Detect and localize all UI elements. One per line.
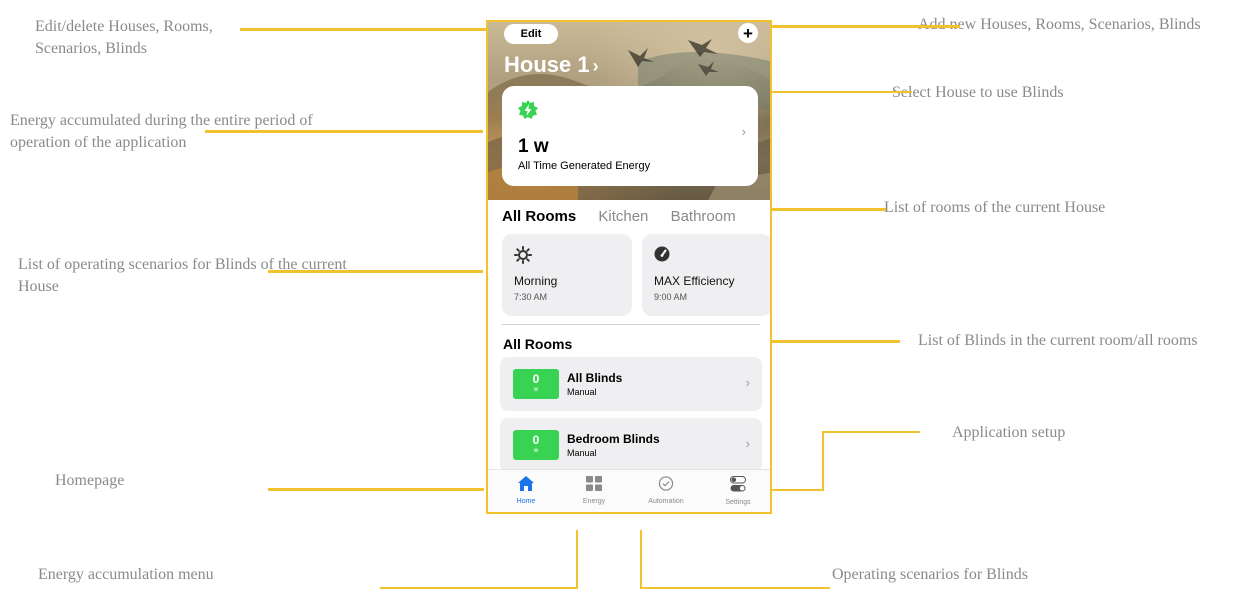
chevron-right-icon: ›: [592, 56, 599, 76]
blind-name: All Blinds: [567, 371, 623, 385]
scenario-card-max-efficiency[interactable]: MAX Efficiency 9:00 AM: [642, 234, 770, 316]
annotation-add: Add new Houses, Rooms, Scenarios, Blinds: [918, 16, 1201, 33]
connector-energy: [205, 130, 483, 133]
annotation-blinds-list: List of Blinds in the current room/all r…: [918, 332, 1198, 349]
house-title: House 1: [504, 52, 590, 77]
connector-operating-v: [640, 530, 642, 588]
scenario-name: Morning: [514, 274, 558, 288]
connector-energy-menu-h: [380, 587, 578, 589]
blind-mode: Manual: [567, 387, 597, 397]
blind-row-bedroom-blinds[interactable]: 0w Bedroom Blinds Manual ›: [500, 418, 762, 472]
blind-mode: Manual: [567, 448, 597, 458]
blind-name: Bedroom Blinds: [567, 432, 660, 446]
energy-badge: 0w: [513, 369, 559, 399]
annotation-edit: Edit/delete Houses, Rooms, Scenarios, Bl…: [35, 18, 213, 57]
add-button[interactable]: +: [738, 23, 758, 43]
clock-check-icon: [658, 476, 674, 491]
connector-scenarios: [268, 270, 483, 273]
toggles-icon: [730, 476, 746, 492]
speedometer-icon: [654, 246, 670, 262]
connector-setup-h1: [824, 431, 920, 433]
tab-bathroom[interactable]: Bathroom: [671, 208, 736, 225]
annotation-rooms-list: List of rooms of the current House: [884, 199, 1106, 216]
home-icon: [518, 476, 534, 491]
chevron-right-icon: ›: [741, 124, 746, 139]
edit-button[interactable]: Edit: [504, 24, 558, 44]
house-selector[interactable]: House 1 ›: [504, 52, 599, 78]
tab-kitchen[interactable]: Kitchen: [598, 208, 648, 225]
connector-energy-menu-v: [576, 530, 578, 588]
annotation-scenarios: List of operating scenarios for Blinds o…: [18, 256, 347, 295]
scenario-time: 7:30 AM: [514, 292, 548, 302]
connector-setup-v: [822, 431, 824, 491]
connector-homepage: [268, 488, 484, 491]
connector-add: [752, 25, 960, 28]
annotation-setup: Application setup: [952, 424, 1066, 441]
app-screen: Edit + House 1 › 1 w All Time Generated E…: [486, 20, 772, 514]
nav-automation[interactable]: Automation: [636, 476, 696, 505]
chevron-right-icon: ›: [745, 375, 750, 390]
chevron-right-icon: ›: [745, 436, 750, 451]
annotation-energy-menu: Energy accumulation menu: [38, 566, 214, 583]
tab-all-rooms[interactable]: All Rooms: [502, 208, 576, 225]
connector-operating-h: [640, 587, 830, 589]
grid-icon: [586, 476, 602, 491]
bottom-tab-bar: Home Energy Automation Settings: [488, 469, 770, 512]
sun-icon: [514, 246, 532, 264]
nav-home[interactable]: Home: [496, 476, 556, 505]
scenario-card-morning[interactable]: Morning 7:30 AM: [502, 234, 632, 316]
rooms-tabs: All Rooms Kitchen Bathroom: [502, 208, 754, 225]
connector-edit: [240, 28, 502, 31]
annotation-homepage: Homepage: [55, 472, 125, 489]
annotation-operating-scenarios: Operating scenarios for Blinds: [832, 566, 1028, 583]
energy-label: All Time Generated Energy: [518, 160, 651, 172]
energy-card[interactable]: 1 w All Time Generated Energy ›: [502, 86, 758, 186]
energy-value: 1 w: [518, 136, 549, 157]
lightning-badge-icon: [518, 100, 538, 119]
house-hero-image: Edit + House 1 › 1 w All Time Generated E…: [488, 22, 770, 200]
connector-select-house-h2: [756, 91, 912, 93]
annotation-select-house: Select House to use Blinds: [892, 84, 1064, 101]
scenario-name: MAX Efficiency: [654, 274, 735, 288]
nav-energy[interactable]: Energy: [564, 476, 624, 505]
energy-badge: 0w: [513, 430, 559, 460]
nav-settings[interactable]: Settings: [708, 476, 768, 506]
blind-row-all-blinds[interactable]: 0w All Blinds Manual ›: [500, 357, 762, 411]
scenario-time: 9:00 AM: [654, 292, 688, 302]
blinds-section-title: All Rooms: [503, 336, 573, 352]
section-divider: [502, 324, 760, 325]
